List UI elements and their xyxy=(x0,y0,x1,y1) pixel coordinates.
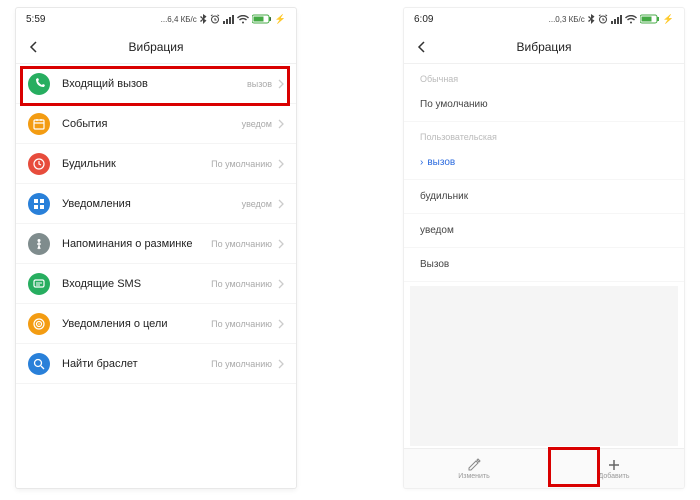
option-Вызов[interactable]: Вызов xyxy=(404,248,684,282)
stand-icon xyxy=(28,233,50,255)
wifi-icon xyxy=(237,15,249,24)
alarm-icon xyxy=(210,14,220,24)
sms-icon xyxy=(28,273,50,295)
phone-left: 5:59 ...6,4 КБ/с ⚡ Вибрация Входящий выз… xyxy=(16,8,296,488)
plus-icon xyxy=(607,458,621,472)
chevron-right-icon xyxy=(278,119,284,129)
row-value: уведом xyxy=(242,119,272,129)
row-label: События xyxy=(62,118,242,130)
row-value: По умолчанию xyxy=(211,279,272,289)
section-default: Обычная xyxy=(404,64,684,88)
edit-button[interactable]: Изменить xyxy=(404,449,544,488)
statusbar: 6:09 ...0,3 КБ/с ⚡ xyxy=(404,8,684,30)
section-custom: Пользовательская xyxy=(404,122,684,146)
bluetooth-icon xyxy=(200,14,207,24)
edit-label: Изменить xyxy=(458,473,490,480)
option-уведом[interactable]: уведом xyxy=(404,214,684,248)
option-label: уведом xyxy=(420,225,454,236)
chevron-right-icon xyxy=(278,359,284,369)
battery-icon xyxy=(252,14,272,24)
charging-icon: ⚡ xyxy=(663,14,674,25)
bottom-bar: Изменить Добавить xyxy=(404,448,684,488)
add-button[interactable]: Добавить xyxy=(544,449,684,488)
chevron-right-icon xyxy=(278,319,284,329)
status-kbps: ...6,4 КБ/с xyxy=(161,15,197,24)
option-вызов[interactable]: › вызов xyxy=(404,146,684,180)
option-будильник[interactable]: будильник xyxy=(404,180,684,214)
row-value: По умолчанию xyxy=(211,239,272,249)
phone-icon xyxy=(28,73,50,95)
clock-icon xyxy=(28,153,50,175)
empty-area xyxy=(410,286,678,446)
page-title: Вибрация xyxy=(404,40,684,54)
selected-caret-icon: › xyxy=(420,157,423,168)
back-button[interactable] xyxy=(16,41,50,53)
wifi-icon xyxy=(625,15,637,24)
app-icon xyxy=(28,193,50,215)
option-label: будильник xyxy=(420,191,468,202)
row-label: Уведомления xyxy=(62,198,242,210)
status-time: 6:09 xyxy=(414,14,433,25)
page-title: Вибрация xyxy=(16,40,296,54)
row-label: Входящие SMS xyxy=(62,278,211,290)
row-label: Уведомления о цели xyxy=(62,318,211,330)
option-default[interactable]: По умолчанию xyxy=(404,88,684,122)
row-label: Будильник xyxy=(62,158,211,170)
row-value: вызов xyxy=(247,79,272,89)
chevron-left-icon xyxy=(29,41,37,53)
statusbar: 5:59 ...6,4 КБ/с ⚡ xyxy=(16,8,296,30)
chevron-right-icon xyxy=(278,279,284,289)
row-events[interactable]: Событияуведом xyxy=(16,104,296,144)
row-value: По умолчанию xyxy=(211,159,272,169)
row-value: По умолчанию xyxy=(211,359,272,369)
chevron-right-icon xyxy=(278,79,284,89)
alarm-icon xyxy=(598,14,608,24)
goal-icon xyxy=(28,313,50,335)
status-kbps: ...0,3 КБ/с xyxy=(549,15,585,24)
row-value: уведом xyxy=(242,199,272,209)
row-label: Напоминания о разминке xyxy=(62,238,211,250)
header: Вибрация xyxy=(404,30,684,64)
option-label: Вызов xyxy=(420,259,449,270)
row-sms[interactable]: Входящие SMSПо умолчанию xyxy=(16,264,296,304)
phone-right: 6:09 ...0,3 КБ/с ⚡ Вибрация Обычная По у… xyxy=(404,8,684,488)
charging-icon: ⚡ xyxy=(275,14,286,25)
row-label: Входящий вызов xyxy=(62,78,247,90)
chevron-right-icon xyxy=(278,199,284,209)
battery-icon xyxy=(640,14,660,24)
calendar-icon xyxy=(28,113,50,135)
row-incoming-call[interactable]: Входящий вызоввызов xyxy=(16,64,296,104)
row-goal[interactable]: Уведомления о целиПо умолчанию xyxy=(16,304,296,344)
settings-list: Входящий вызоввызовСобытияуведомБудильни… xyxy=(16,64,296,384)
row-notifications[interactable]: Уведомленияуведом xyxy=(16,184,296,224)
signal-icon xyxy=(223,15,234,24)
search-icon xyxy=(28,353,50,375)
row-value: По умолчанию xyxy=(211,319,272,329)
chevron-right-icon xyxy=(278,159,284,169)
edit-icon xyxy=(467,458,481,472)
row-stretch-reminder[interactable]: Напоминания о разминкеПо умолчанию xyxy=(16,224,296,264)
option-label: вызов xyxy=(427,157,455,168)
back-button[interactable] xyxy=(404,41,438,53)
row-alarm[interactable]: БудильникПо умолчанию xyxy=(16,144,296,184)
add-label: Добавить xyxy=(599,473,630,480)
header: Вибрация xyxy=(16,30,296,64)
bluetooth-icon xyxy=(588,14,595,24)
row-label: Найти браслет xyxy=(62,358,211,370)
chevron-right-icon xyxy=(278,239,284,249)
signal-icon xyxy=(611,15,622,24)
chevron-left-icon xyxy=(417,41,425,53)
row-find-band[interactable]: Найти браслетПо умолчанию xyxy=(16,344,296,384)
status-time: 5:59 xyxy=(26,14,45,25)
